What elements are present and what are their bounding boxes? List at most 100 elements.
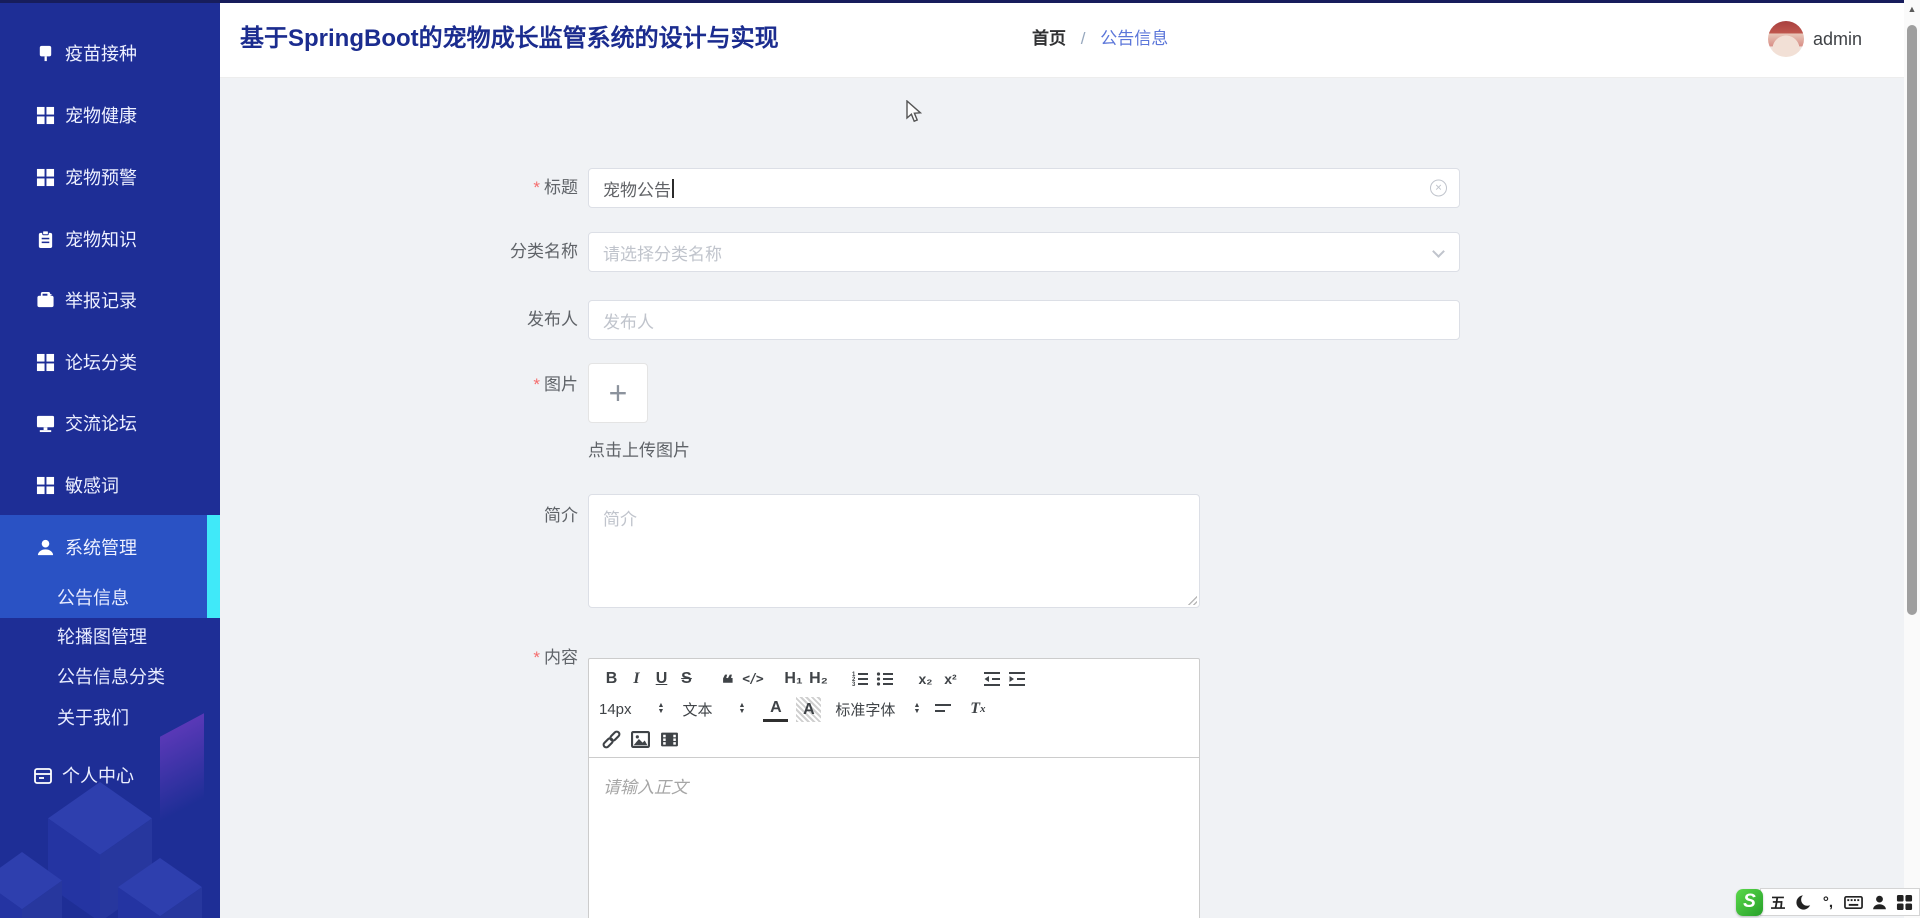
sidebar-item-label: 交流论坛 <box>65 410 137 436</box>
breadcrumb-separator: / <box>1081 29 1086 48</box>
briefcase-icon <box>36 291 55 310</box>
picker-arrows-icon: ▲▼ <box>913 703 920 715</box>
sidebar-subitem-label: 公告信息分类 <box>57 667 165 687</box>
sidebar-subitem-announcement-info[interactable]: 公告信息 <box>0 578 207 618</box>
clear-icon[interactable]: ✕ <box>1430 180 1447 197</box>
rich-text-editor: B I U S ❝ </> H₁ H₂ 123 x₂ <box>588 658 1200 918</box>
category-label: 分类名称 <box>428 242 578 262</box>
window-icon <box>33 766 52 785</box>
scrollbar-thumb[interactable] <box>1907 25 1917 615</box>
sidebar-item-pet-health[interactable]: 宠物健康 <box>0 95 220 135</box>
sidebar-item-label: 个人中心 <box>62 762 134 788</box>
ime-toolbar: S 五 °, <box>1736 887 1920 917</box>
plus-icon: + <box>609 375 628 412</box>
username: admin <box>1813 29 1862 50</box>
resize-handle[interactable] <box>1186 594 1197 605</box>
sidebar-item-label: 敏感词 <box>65 472 119 498</box>
picker-arrows-icon: ▲▼ <box>658 703 665 715</box>
keyboard-icon[interactable] <box>1844 891 1863 913</box>
code-block-button[interactable]: </> <box>740 667 765 692</box>
required-mark: * <box>533 178 540 197</box>
underline-button[interactable]: U <box>649 667 674 692</box>
font-size-picker[interactable]: 14px ▲▼ <box>599 701 664 718</box>
bold-button[interactable]: B <box>599 667 624 692</box>
sidebar-subitem-carousel-management[interactable]: 轮播图管理 <box>0 617 207 657</box>
text-cursor <box>672 179 674 198</box>
ime-mode-wubi[interactable]: 五 <box>1769 891 1787 913</box>
sidebar-subitem-label: 公告信息 <box>57 588 129 608</box>
grid-icon <box>36 353 55 372</box>
page-title: 基于SpringBoot的宠物成长监管系统的设计与实现 <box>240 0 779 78</box>
title-input[interactable]: 宠物公告 ✕ <box>588 168 1460 208</box>
scrollbar-up-arrow[interactable]: ▲ <box>1904 4 1920 14</box>
sidebar-item-label: 宠物健康 <box>65 102 137 128</box>
align-icon[interactable] <box>930 697 955 722</box>
svg-text:3: 3 <box>852 682 856 688</box>
clean-format-button[interactable]: Tx <box>965 697 990 722</box>
publisher-label: 发布人 <box>428 310 578 330</box>
sidebar-item-report-record[interactable]: 举报记录 <box>0 280 220 320</box>
editor-content-area[interactable]: 请输入正文 <box>589 758 1199 918</box>
text-color-button[interactable]: A <box>763 697 788 722</box>
bullet-list-icon[interactable] <box>872 667 897 692</box>
category-placeholder: 请选择分类名称 <box>603 240 722 265</box>
image-icon[interactable] <box>628 727 653 752</box>
link-icon[interactable] <box>599 727 624 752</box>
toolbox-icon[interactable] <box>1895 891 1913 913</box>
ime-punctuation[interactable]: °, <box>1819 891 1837 913</box>
sidebar-subitem-announcement-category[interactable]: 公告信息分类 <box>0 657 207 697</box>
indent-icon[interactable] <box>1004 667 1029 692</box>
header-picker[interactable]: 文本 ▲▼ <box>682 699 745 720</box>
vaccine-icon <box>36 44 55 63</box>
header1-button[interactable]: H₁ <box>781 667 806 692</box>
subscript-button[interactable]: x₂ <box>913 667 938 692</box>
sidebar-item-sensitive-words[interactable]: 敏感词 <box>0 465 220 505</box>
announcement-form: *标题 宠物公告 ✕ 分类名称 请选择分类名称 发布人 发布人 *图片 + 点击… <box>220 78 1904 918</box>
sidebar-item-pet-warning[interactable]: 宠物预警 <box>0 157 220 197</box>
outdent-icon[interactable] <box>979 667 1004 692</box>
avatar <box>1768 21 1804 57</box>
sidebar-subitem-about-us[interactable]: 关于我们 <box>0 698 207 738</box>
required-mark: * <box>533 375 540 394</box>
sidebar-item-pet-knowledge[interactable]: 宠物知识 <box>0 219 220 259</box>
ordered-list-icon[interactable]: 123 <box>847 667 872 692</box>
header2-button[interactable]: H₂ <box>806 667 831 692</box>
superscript-button[interactable]: x² <box>938 667 963 692</box>
sidebar-item-system-management[interactable]: 系统管理 <box>0 527 220 567</box>
user-menu[interactable]: admin <box>1768 21 1862 57</box>
video-icon[interactable] <box>657 727 682 752</box>
sidebar-subitem-label: 关于我们 <box>57 708 129 728</box>
intro-label: 简介 <box>428 506 578 526</box>
breadcrumb: 首页 / 公告信息 <box>1032 0 1168 78</box>
title-label: *标题 <box>428 178 578 198</box>
sidebar-item-personal-center[interactable]: 个人中心 <box>0 755 220 795</box>
editor-toolbar: B I U S ❝ </> H₁ H₂ 123 x₂ <box>589 659 1199 758</box>
grid-icon <box>36 106 55 125</box>
sidebar-item-label: 疫苗接种 <box>65 40 137 66</box>
intro-placeholder: 简介 <box>603 510 637 529</box>
sidebar-item-forum-category[interactable]: 论坛分类 <box>0 342 220 382</box>
chevron-down-icon <box>1432 245 1445 258</box>
sidebar: 疫苗接种 宠物健康 宠物预警 宠物知识 举报记录 论坛分类 交流论坛 敏感词 系… <box>0 0 220 918</box>
image-upload-button[interactable]: + <box>588 363 648 423</box>
strike-button[interactable]: S <box>674 667 699 692</box>
sidebar-item-vaccine[interactable]: 疫苗接种 <box>0 33 220 73</box>
category-select[interactable]: 请选择分类名称 <box>588 232 1460 272</box>
moon-icon[interactable] <box>1794 891 1812 913</box>
sogou-logo-icon[interactable]: S <box>1736 889 1763 916</box>
intro-textarea[interactable]: 简介 <box>588 494 1200 608</box>
clipboard-icon <box>36 230 55 249</box>
breadcrumb-home[interactable]: 首页 <box>1032 29 1066 48</box>
breadcrumb-current: 公告信息 <box>1100 29 1168 48</box>
publisher-input[interactable]: 发布人 <box>588 300 1460 340</box>
background-color-button[interactable]: A <box>796 697 821 722</box>
italic-button[interactable]: I <box>624 667 649 692</box>
font-family-picker[interactable]: 标准字体 ▲▼ <box>835 699 920 720</box>
scrollbar[interactable]: ▲ <box>1904 0 1920 918</box>
sidebar-group-system-management: 系统管理 公告信息 <box>0 515 220 618</box>
person-icon[interactable] <box>1870 891 1888 913</box>
blockquote-button[interactable]: ❝ <box>715 667 740 692</box>
grid-icon <box>36 168 55 187</box>
sidebar-item-label: 宠物预警 <box>65 164 137 190</box>
sidebar-item-forum[interactable]: 交流论坛 <box>0 403 220 443</box>
